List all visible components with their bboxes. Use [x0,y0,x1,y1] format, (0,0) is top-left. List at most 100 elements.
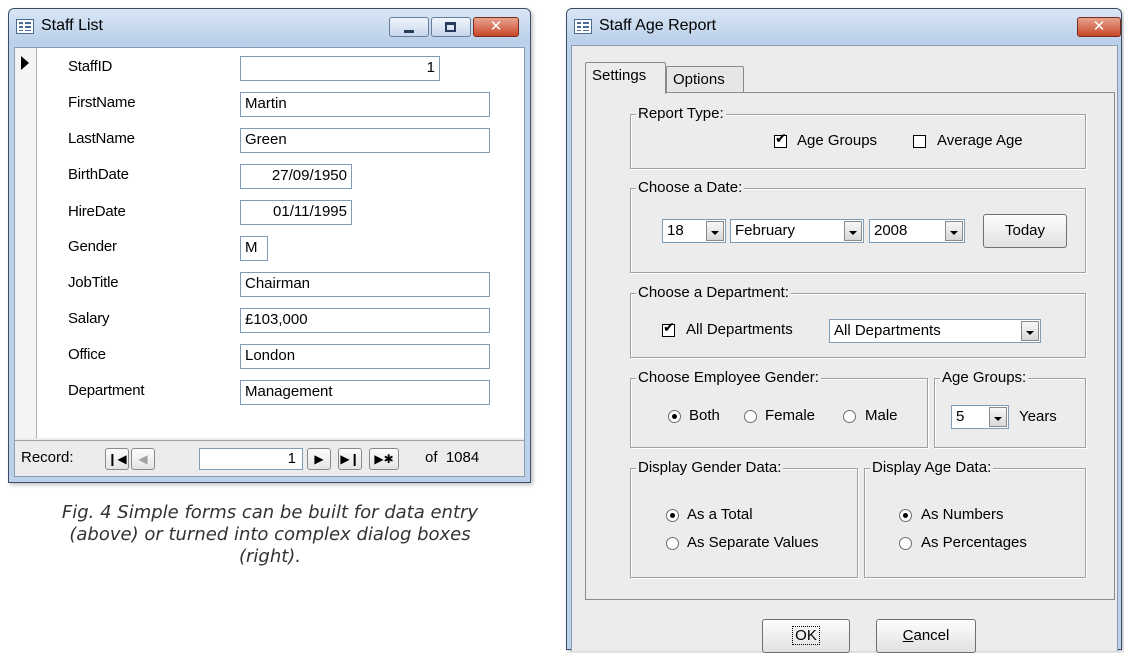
chevron-down-icon[interactable] [989,407,1007,427]
salary-field[interactable]: £103,000 [240,308,490,333]
day-value: 18 [667,222,684,239]
record-label: Record: [21,449,74,466]
year-select[interactable]: 2008 [869,219,965,243]
age-data-title: Display Age Data: [870,459,994,477]
age-percentages-radio[interactable] [899,537,912,550]
chevron-down-icon[interactable] [706,221,724,241]
all-departments-label[interactable]: All Departments [686,321,793,338]
field-label-staffid: StaffID [68,58,113,75]
day-select[interactable]: 18 [662,219,726,243]
age-data-group: Display Age Data: As Numbers As Percenta… [864,459,1086,578]
field-label-firstname: FirstName [68,94,136,111]
current-record-icon [21,56,29,70]
tab-options[interactable]: Options [666,66,744,94]
minimize-button[interactable] [389,17,429,37]
department-group: Choose a Department: All Departments All… [630,284,1086,358]
last-record-icon: ▶❙ [340,452,360,466]
average-age-checkbox[interactable] [913,135,926,148]
new-record-icon: ▶✱ [374,452,394,466]
staff-list-titlebar[interactable]: Staff List ✕ [9,9,530,43]
gender-field[interactable]: M [240,236,268,261]
age-percentages-label[interactable]: As Percentages [921,534,1027,551]
birthdate-field[interactable]: 27/09/1950 [240,164,352,189]
field-label-office: Office [68,346,106,363]
gender-total-label[interactable]: As a Total [687,506,753,523]
hiredate-field[interactable]: 01/11/1995 [240,200,352,225]
office-field[interactable]: London [240,344,490,369]
today-button[interactable]: Today [983,214,1067,248]
new-record-button[interactable]: ▶✱ [369,448,399,470]
gender-separate-radio[interactable] [666,537,679,550]
gender-total-radio[interactable] [666,509,679,522]
close-icon: ✕ [1092,17,1106,35]
department-value: All Departments [834,322,941,339]
record-navigation-bar: Record: ❙◀ ◀ 1 ▶ ▶❙ ▶✱ of 1084 [15,440,524,476]
field-label-salary: Salary [68,310,110,327]
gender-separate-label[interactable]: As Separate Values [687,534,818,551]
close-button[interactable]: ✕ [473,17,519,37]
previous-record-icon: ◀ [138,452,148,466]
cancel-label: Cancel [902,627,950,644]
gender-female-radio[interactable] [744,410,757,423]
gender-both-label[interactable]: Both [689,407,720,424]
form-icon [16,18,34,34]
firstname-field[interactable]: Martin [240,92,490,117]
report-client: Settings Options Report Type: Age Groups… [571,45,1118,653]
caption-line-3: (right). [238,546,302,567]
age-group-size-value: 5 [956,408,965,425]
first-record-button[interactable]: ❙◀ [105,448,129,470]
age-groups-checkbox[interactable] [774,131,787,148]
staffid-field[interactable]: 1 [240,56,440,81]
gender-data-title: Display Gender Data: [636,459,784,477]
field-label-jobtitle: JobTitle [68,274,119,291]
age-groups-title: Age Groups: [940,369,1029,387]
previous-record-button[interactable]: ◀ [131,448,155,470]
tab-settings[interactable]: Settings [585,62,666,94]
department-title: Choose a Department: [636,284,791,302]
chevron-down-icon[interactable] [844,221,862,241]
month-value: February [735,222,796,239]
age-numbers-label[interactable]: As Numbers [921,506,1004,523]
ok-button[interactable]: OK [762,619,850,653]
year-value: 2008 [874,222,908,239]
gender-title: Choose Employee Gender: [636,369,821,387]
report-type-group: Report Type: Age Groups Average Age [630,105,1086,169]
report-title: Staff Age Report [599,17,717,34]
age-group-size-select[interactable]: 5 [951,405,1009,429]
close-icon: ✕ [489,17,503,35]
next-record-button[interactable]: ▶ [307,448,331,470]
cancel-button[interactable]: Cancel [876,619,976,653]
gender-both-radio[interactable] [668,410,681,423]
caption-line-1: Fig. 4 Simple forms can be built for dat… [61,502,479,523]
chevron-down-icon[interactable] [1021,321,1039,341]
caption-line-2: (above) or turned into complex dialog bo… [69,524,471,545]
staff-form-body: StaffID 1 FirstName Martin LastName Gree… [37,48,524,438]
staff-list-title: Staff List [41,17,103,34]
jobtitle-field[interactable]: Chairman [240,272,490,297]
lastname-field[interactable]: Green [240,128,490,153]
gender-female-label[interactable]: Female [765,407,815,424]
chevron-down-icon[interactable] [945,221,963,241]
department-select[interactable]: All Departments [829,319,1041,343]
report-titlebar[interactable]: Staff Age Report ✕ [567,9,1121,43]
maximize-button[interactable] [431,17,471,37]
department-field[interactable]: Management [240,380,490,405]
all-departments-checkbox[interactable] [662,320,675,337]
current-record-field[interactable]: 1 [199,448,303,470]
month-select[interactable]: February [730,219,864,243]
age-groups-label[interactable]: Age Groups [797,132,877,149]
average-age-label[interactable]: Average Age [937,132,1023,149]
date-group: Choose a Date: 18 February 2008 Today [630,179,1086,273]
last-record-button[interactable]: ▶❙ [338,448,362,470]
gender-male-radio[interactable] [843,410,856,423]
report-close-button[interactable]: ✕ [1077,17,1121,37]
staff-age-report-window: Staff Age Report ✕ Settings Options Repo… [566,8,1122,653]
figure-caption: Fig. 4 Simple forms can be built for dat… [0,502,540,568]
next-record-icon: ▶ [314,452,324,466]
gender-male-label[interactable]: Male [865,407,898,424]
report-type-title: Report Type: [636,105,726,123]
minimize-icon [404,30,414,33]
age-numbers-radio[interactable] [899,509,912,522]
maximize-icon [445,22,456,32]
record-selector[interactable] [15,48,37,438]
